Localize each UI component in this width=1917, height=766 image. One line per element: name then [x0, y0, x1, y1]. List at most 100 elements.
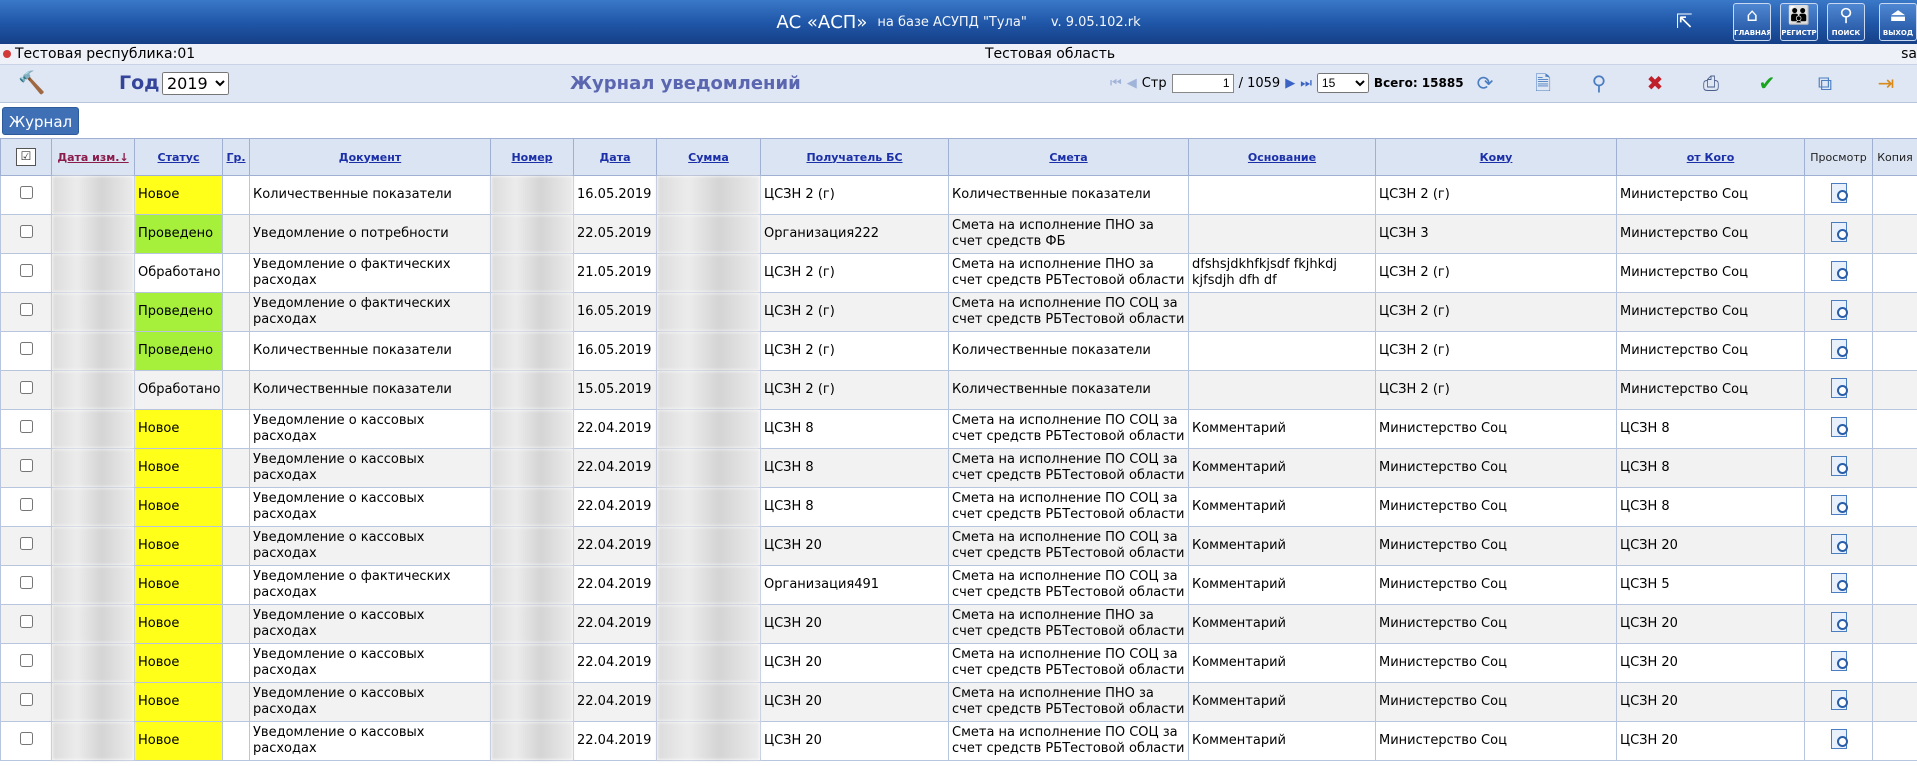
- row-checkbox[interactable]: [19, 303, 33, 316]
- row-select-cell[interactable]: [0, 331, 52, 371]
- approve-check-icon[interactable]: ✔: [1754, 70, 1780, 96]
- view-document-icon[interactable]: [1829, 377, 1849, 399]
- col-group[interactable]: Гр.: [222, 138, 250, 176]
- view-document-icon[interactable]: [1829, 533, 1849, 555]
- copy-cell[interactable]: [1872, 409, 1917, 449]
- table-row[interactable]: Новое Уведомление о кассовых расходах 22…: [0, 682, 1917, 722]
- col-basis[interactable]: Основание: [1188, 138, 1376, 176]
- table-row[interactable]: Новое Уведомление о кассовых расходах 22…: [0, 721, 1917, 761]
- row-checkbox[interactable]: [19, 420, 33, 433]
- copy-cell[interactable]: [1872, 604, 1917, 644]
- view-cell[interactable]: [1804, 682, 1873, 722]
- row-checkbox[interactable]: [19, 654, 33, 667]
- col-status[interactable]: Статус: [134, 138, 223, 176]
- view-cell[interactable]: [1804, 214, 1873, 254]
- first-page-icon[interactable]: ⏮: [1110, 76, 1122, 91]
- view-document-icon[interactable]: [1829, 221, 1849, 243]
- table-row[interactable]: Новое Количественные показатели 16.05.20…: [0, 175, 1917, 215]
- row-select-cell[interactable]: [0, 175, 52, 215]
- row-checkbox[interactable]: [19, 264, 33, 277]
- home-button[interactable]: ⌂ ГЛАВНАЯ: [1733, 3, 1771, 41]
- last-page-icon[interactable]: ⏭: [1300, 76, 1312, 91]
- view-cell[interactable]: [1804, 370, 1873, 410]
- open-external-icon[interactable]: ⇱: [1676, 9, 1702, 35]
- search-button[interactable]: ⚲ ПОИСК: [1827, 3, 1865, 41]
- copy-cell[interactable]: [1872, 253, 1917, 293]
- view-cell[interactable]: [1804, 409, 1873, 449]
- view-document-icon[interactable]: [1829, 611, 1849, 633]
- registry-button[interactable]: 👪 РЕГИСТР: [1780, 3, 1818, 41]
- view-document-icon[interactable]: [1829, 494, 1849, 516]
- view-cell[interactable]: [1804, 487, 1873, 527]
- journal-button[interactable]: Журнал: [2, 107, 80, 135]
- view-cell[interactable]: [1804, 253, 1873, 293]
- col-date[interactable]: Дата: [573, 138, 657, 176]
- view-document-icon[interactable]: [1829, 260, 1849, 282]
- table-row[interactable]: Обработано Уведомление о фактических рас…: [0, 253, 1917, 293]
- view-cell[interactable]: [1804, 643, 1873, 683]
- row-select-cell[interactable]: [0, 565, 52, 605]
- copy-cell[interactable]: [1872, 175, 1917, 215]
- prev-page-icon[interactable]: ◀: [1127, 76, 1137, 91]
- copy-cell[interactable]: [1872, 331, 1917, 371]
- document-icon[interactable]: 🗎: [1530, 70, 1556, 96]
- view-cell[interactable]: [1804, 721, 1873, 761]
- row-select-cell[interactable]: [0, 409, 52, 449]
- row-select-cell[interactable]: [0, 604, 52, 644]
- exit-button[interactable]: ⏏ ВЫХОД: [1879, 3, 1917, 41]
- view-cell[interactable]: [1804, 331, 1873, 371]
- hammer-icon[interactable]: 🔨: [18, 71, 45, 96]
- view-document-icon[interactable]: [1829, 650, 1849, 672]
- select-all-header[interactable]: ☑: [0, 138, 52, 176]
- row-checkbox[interactable]: [19, 225, 33, 238]
- view-cell[interactable]: [1804, 448, 1873, 488]
- row-select-cell[interactable]: [0, 370, 52, 410]
- view-cell[interactable]: [1804, 604, 1873, 644]
- copy-cell[interactable]: [1872, 292, 1917, 332]
- col-date-changed[interactable]: Дата изм.↓: [51, 138, 135, 176]
- row-checkbox[interactable]: [19, 381, 33, 394]
- row-select-cell[interactable]: [0, 292, 52, 332]
- view-document-icon[interactable]: [1829, 299, 1849, 321]
- copy-cell[interactable]: [1872, 370, 1917, 410]
- table-row[interactable]: Новое Уведомление о кассовых расходах 22…: [0, 604, 1917, 644]
- export-icon[interactable]: ⇥: [1873, 70, 1899, 96]
- row-checkbox[interactable]: [19, 576, 33, 589]
- table-row[interactable]: Новое Уведомление о кассовых расходах 22…: [0, 409, 1917, 449]
- view-cell[interactable]: [1804, 565, 1873, 605]
- row-checkbox[interactable]: [19, 186, 33, 199]
- col-document[interactable]: Документ: [249, 138, 491, 176]
- row-select-cell[interactable]: [0, 448, 52, 488]
- refresh-icon[interactable]: ⟳: [1472, 70, 1498, 96]
- col-date-changed-label[interactable]: Дата изм.: [57, 151, 119, 164]
- copy-cell[interactable]: [1872, 526, 1917, 566]
- copy-cell[interactable]: [1872, 214, 1917, 254]
- search-icon[interactable]: ⚲: [1586, 70, 1612, 96]
- view-document-icon[interactable]: [1829, 728, 1849, 750]
- delete-icon[interactable]: ✖: [1642, 70, 1668, 96]
- col-number[interactable]: Номер: [490, 138, 574, 176]
- col-to[interactable]: Кому: [1375, 138, 1617, 176]
- col-sum[interactable]: Сумма: [656, 138, 761, 176]
- view-document-icon[interactable]: [1829, 572, 1849, 594]
- select-all-checkbox-icon[interactable]: ☑: [16, 148, 36, 166]
- table-row[interactable]: Новое Уведомление о фактических расходах…: [0, 565, 1917, 605]
- copy-cell[interactable]: [1872, 487, 1917, 527]
- table-row[interactable]: Новое Уведомление о кассовых расходах 22…: [0, 487, 1917, 527]
- col-recipient[interactable]: Получатель БС: [760, 138, 949, 176]
- row-checkbox[interactable]: [19, 615, 33, 628]
- page-input[interactable]: [1171, 73, 1234, 93]
- table-row[interactable]: Новое Уведомление о кассовых расходах 22…: [0, 448, 1917, 488]
- view-document-icon[interactable]: [1829, 455, 1849, 477]
- row-select-cell[interactable]: [0, 643, 52, 683]
- row-checkbox[interactable]: [19, 459, 33, 472]
- copy-cell[interactable]: [1872, 448, 1917, 488]
- table-row[interactable]: Проведено Уведомление о потребности 22.0…: [0, 214, 1917, 254]
- copy-cell[interactable]: [1872, 565, 1917, 605]
- row-checkbox[interactable]: [19, 498, 33, 511]
- table-row[interactable]: Проведено Уведомление о фактических расх…: [0, 292, 1917, 332]
- table-row[interactable]: Новое Уведомление о кассовых расходах 22…: [0, 643, 1917, 683]
- view-cell[interactable]: [1804, 292, 1873, 332]
- copy-cell[interactable]: [1872, 682, 1917, 722]
- copy-cell[interactable]: [1872, 721, 1917, 761]
